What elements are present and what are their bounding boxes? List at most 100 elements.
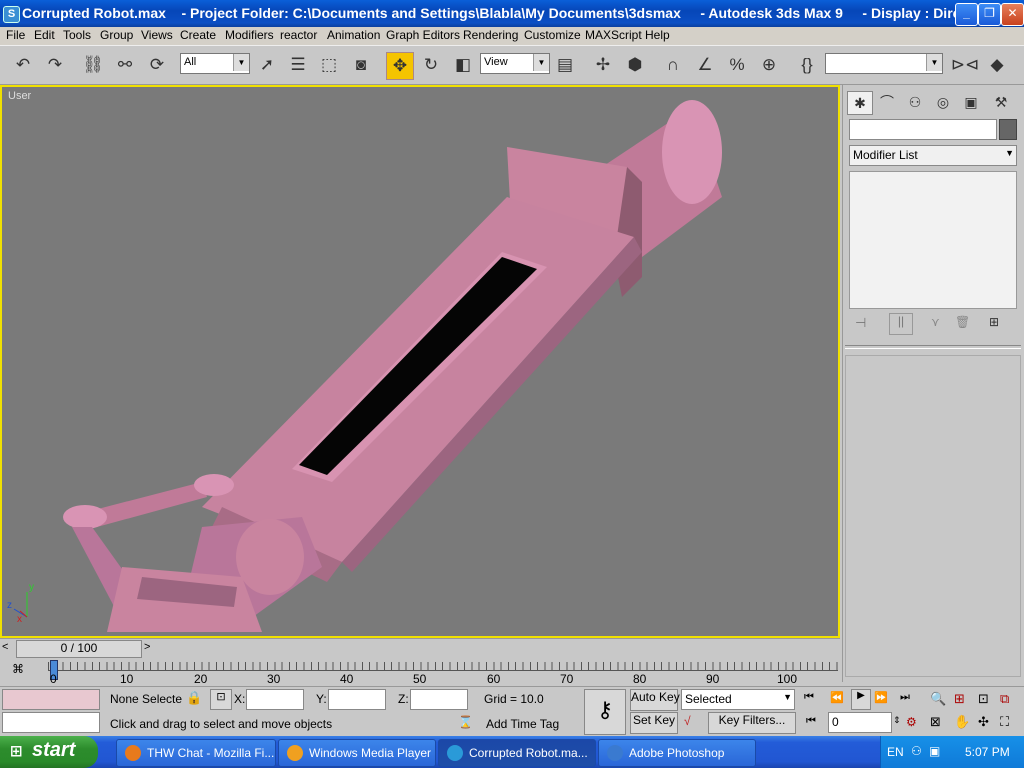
selection-filter-dropdown[interactable]: All ▼	[180, 53, 250, 74]
3dsmax-app-icon[interactable]: S	[3, 6, 20, 23]
perspective-viewport[interactable]: User y z x	[0, 85, 840, 638]
frame-display[interactable]: 0 / 100	[16, 640, 142, 658]
named-selection-dropdown[interactable]: ▼	[825, 53, 943, 74]
language-indicator[interactable]: EN	[887, 745, 904, 759]
keyboard-shortcut-override-icon[interactable]: ⬢	[622, 52, 648, 78]
percent-snap-icon[interactable]: %	[724, 52, 750, 78]
select-object-icon[interactable]: ➚	[254, 52, 280, 78]
menu-modifiers[interactable]: Modifiers	[225, 28, 274, 42]
window-crossing-icon[interactable]: ◙	[348, 52, 374, 78]
menu-animation[interactable]: Animation	[327, 28, 380, 42]
default-tangent-icon[interactable]: √	[684, 714, 691, 728]
taskbar-item-3dsmax[interactable]: Corrupted Robot.ma...	[438, 739, 596, 767]
next-frame-icon[interactable]: ⏩	[874, 691, 888, 704]
chevron-left-icon[interactable]: <	[2, 641, 8, 653]
menu-views[interactable]: Views	[141, 28, 173, 42]
modifier-list-dropdown[interactable]: Modifier List ▼	[849, 145, 1017, 166]
select-and-move-icon[interactable]: ✥	[386, 52, 414, 80]
play-icon[interactable]: ▶	[851, 689, 871, 710]
display-tab-icon[interactable]: ▣	[959, 91, 983, 113]
zoom-all-icon[interactable]: ⊞	[954, 691, 965, 707]
motion-tab-icon[interactable]: ◎	[931, 91, 955, 113]
minimize-button[interactable]: _	[955, 3, 978, 26]
maxscript-listener-mini[interactable]	[2, 689, 100, 710]
utilities-tab-icon[interactable]: ⚒	[989, 91, 1013, 113]
key-mode-dropdown[interactable]: Selected ▼	[681, 689, 795, 710]
lock-icon[interactable]: 🔒	[186, 690, 202, 706]
hierarchy-tab-icon[interactable]: ⚇	[903, 91, 927, 113]
time-tag-icon[interactable]: ⌛	[458, 715, 473, 729]
add-time-tag[interactable]: Add Time Tag	[486, 717, 559, 731]
redo-icon[interactable]: ↷	[42, 52, 68, 78]
rectangular-selection-icon[interactable]: ⬚	[316, 52, 342, 78]
maxscript-input[interactable]	[2, 712, 100, 733]
object-color-swatch[interactable]	[999, 119, 1017, 140]
create-tab-icon[interactable]: ✱	[847, 91, 873, 115]
network-icon[interactable]: ⚇	[911, 744, 922, 758]
current-frame-field[interactable]: 0	[828, 712, 892, 733]
spinner-icon[interactable]: ⇕	[893, 715, 901, 726]
y-coordinate-field[interactable]	[328, 689, 386, 710]
robot-arm-model[interactable]: y z x	[2, 87, 838, 636]
taskbar-item-firefox[interactable]: THW Chat - Mozilla Fi...	[116, 739, 276, 767]
track-bar[interactable]: ⌘ 0 10 20 30 40 50 60 70 80 90 100	[0, 658, 840, 686]
key-mode-toggle-icon[interactable]: ⏮	[806, 715, 816, 728]
clock[interactable]: 5:07 PM	[965, 745, 1010, 759]
pivot-center-icon[interactable]: ▤	[552, 52, 578, 78]
angle-snap-icon[interactable]: ∠	[692, 52, 718, 78]
menu-help[interactable]: Help	[645, 28, 670, 42]
bind-space-warp-icon[interactable]: ⟳	[144, 52, 170, 78]
x-coordinate-field[interactable]	[246, 689, 304, 710]
menu-file[interactable]: File	[6, 28, 25, 42]
restore-button[interactable]: ❐	[978, 3, 1001, 26]
time-configuration-icon[interactable]: ⚙	[906, 715, 917, 729]
auto-key-button[interactable]: Auto Key	[630, 689, 680, 711]
select-and-link-icon[interactable]: ⛓	[80, 52, 106, 78]
menu-tools[interactable]: Tools	[63, 28, 91, 42]
menu-reactor[interactable]: reactor	[280, 28, 317, 42]
select-and-rotate-icon[interactable]: ↻	[418, 52, 444, 78]
menu-group[interactable]: Group	[100, 28, 133, 42]
menu-create[interactable]: Create	[180, 28, 216, 42]
tray-app-icon[interactable]: ▣	[929, 744, 940, 758]
menu-maxscript[interactable]: MAXScript	[585, 28, 642, 42]
select-and-manipulate-icon[interactable]: ✢	[590, 52, 616, 78]
remove-modifier-icon[interactable]: 🗑	[955, 315, 970, 329]
modifier-stack-list[interactable]	[849, 171, 1017, 309]
menu-graph-editors[interactable]: Graph Editors	[386, 28, 460, 42]
edit-named-selection-icon[interactable]: {}	[794, 52, 820, 78]
pin-stack-icon[interactable]: ⊣	[855, 315, 866, 331]
zoom-extents-icon[interactable]: ⊡	[978, 691, 989, 707]
previous-frame-icon[interactable]: ⏪	[830, 691, 844, 704]
show-end-result-icon[interactable]: ||	[889, 313, 913, 335]
close-button[interactable]: ✕	[1001, 3, 1024, 26]
taskbar-item-photoshop[interactable]: Adobe Photoshop	[598, 739, 756, 767]
go-to-end-icon[interactable]: ⏭	[900, 691, 910, 704]
z-coordinate-field[interactable]	[410, 689, 468, 710]
transform-mode-icon[interactable]: ⊡	[210, 689, 232, 710]
configure-modifier-sets-icon[interactable]: ⊞	[989, 315, 999, 329]
snaps-toggle-icon[interactable]: ∩	[660, 52, 686, 78]
undo-icon[interactable]: ↶	[10, 52, 36, 78]
mirror-icon[interactable]: ⊳⊲	[951, 52, 980, 78]
maximize-viewport-icon[interactable]: ⛶	[1000, 714, 1009, 730]
rollout-area[interactable]	[845, 355, 1021, 677]
select-and-scale-icon[interactable]: ◧	[450, 52, 476, 78]
spinner-snap-icon[interactable]: ⊕	[756, 52, 782, 78]
menu-edit[interactable]: Edit	[34, 28, 55, 42]
make-unique-icon[interactable]: ⋎	[931, 315, 940, 329]
zoom-icon[interactable]: 🔍	[930, 691, 946, 707]
object-name-field[interactable]	[849, 119, 997, 140]
menu-rendering[interactable]: Rendering	[463, 28, 518, 42]
align-icon[interactable]: ◆	[984, 52, 1010, 78]
reference-coordinate-dropdown[interactable]: View ▼	[480, 53, 550, 74]
mini-curve-editor-icon[interactable]: ⌘	[12, 662, 32, 678]
pan-hand-icon[interactable]: ✋	[954, 714, 970, 730]
start-button[interactable]: ⊞ start	[0, 736, 98, 768]
select-by-name-icon[interactable]: ☰	[285, 52, 311, 78]
chevron-right-icon[interactable]: >	[144, 641, 150, 653]
unlink-icon[interactable]: ⚯	[112, 52, 138, 78]
arc-rotate-icon[interactable]: ✣	[978, 714, 989, 730]
taskbar-item-media-player[interactable]: Windows Media Player	[278, 739, 436, 767]
modify-tab-icon[interactable]: ⌒	[875, 91, 899, 113]
